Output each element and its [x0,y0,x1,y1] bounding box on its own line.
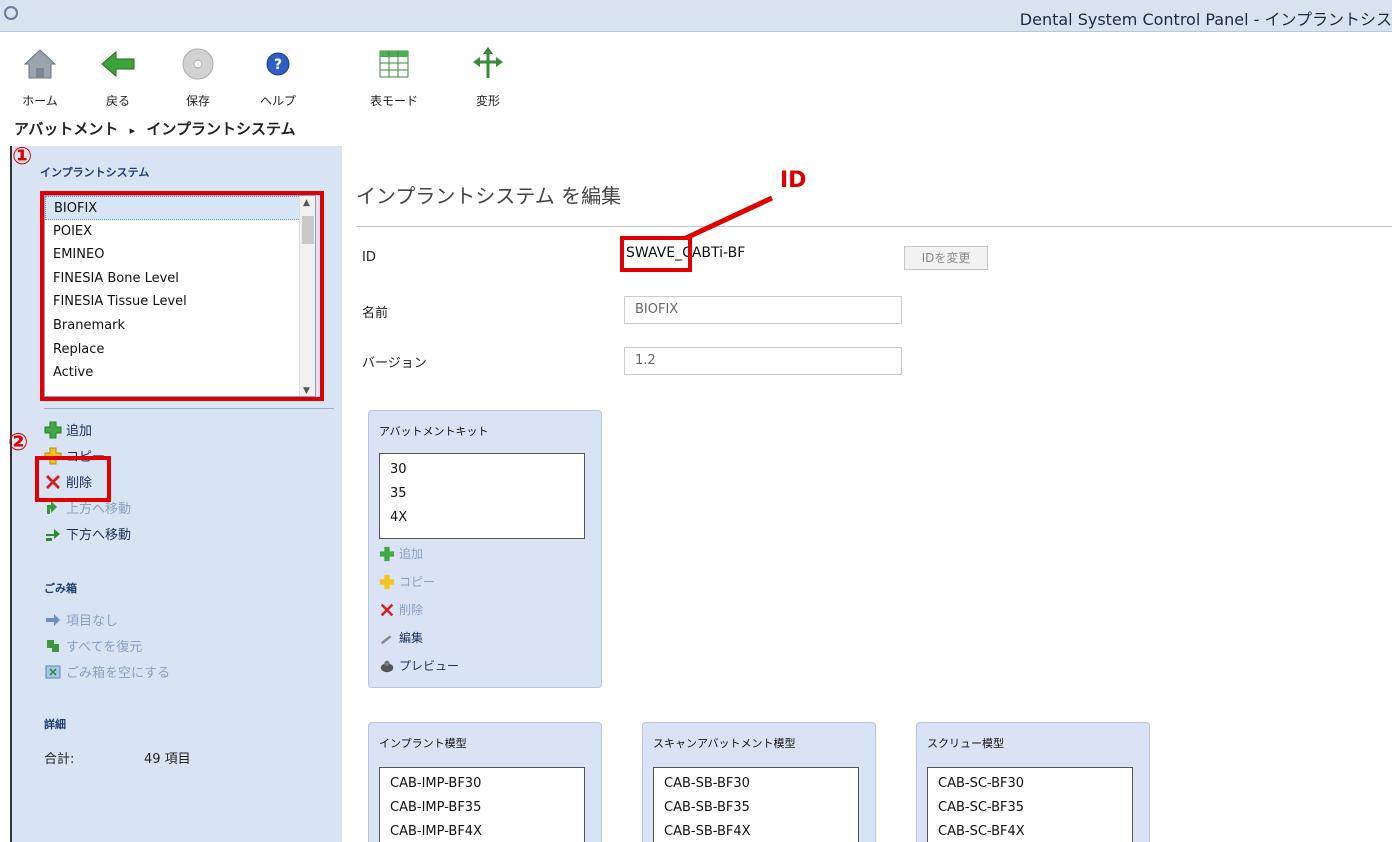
move-down-button[interactable]: 下方へ移動 [44,524,131,546]
transform-button[interactable]: 変形 [456,40,520,116]
home-icon [23,49,57,79]
kit-add-button[interactable]: 追加 [379,545,423,562]
preview-icon [380,660,394,672]
name-field[interactable]: BIOFIX [624,296,902,324]
empty-trash-button[interactable]: ごみ箱を空にする [44,662,170,684]
back-arrow-icon [101,50,135,78]
add-system-button[interactable]: 追加 [44,420,92,442]
window-title: Dental System Control Panel - インプラントシス [1019,10,1392,29]
delete-x-icon [380,603,394,616]
trash-section-title: ごみ箱 [44,582,77,595]
annotation-id-label: ID [780,168,807,193]
breadcrumb-parent[interactable]: アバットメント [14,120,118,138]
copy-plus-icon [379,574,395,589]
screw-model-title: スクリュー模型 [927,737,1004,750]
editor-heading: インプラントシステム を編集 [356,184,622,208]
kit-delete-button[interactable]: 削除 [379,601,423,618]
total-label: 合計: [44,752,75,767]
restore-icon [47,639,59,652]
breadcrumb-separator-icon: ▸ [129,124,136,137]
list-item[interactable]: CAB-IMP-BF35 [380,796,584,820]
home-label: ホーム [22,94,58,108]
implant-model-panel: インプラント模型 CAB-IMP-BF30 CAB-IMP-BF35 CAB-I… [368,722,602,842]
total-value: 49 項目 [144,752,191,767]
list-item[interactable]: 35 [380,482,584,506]
abutment-kit-title: アバットメントキット [379,425,489,438]
arrow-right-icon [46,613,60,626]
divider [44,408,334,409]
save-disc-icon [182,48,214,80]
table-grid-icon [379,50,409,78]
abutment-kit-panel: アバットメントキット 30 35 4X 追加 コピー 削除 編集 プレビュー [368,410,602,688]
version-field[interactable]: 1.2 [624,347,902,375]
title-bar: Dental System Control Panel - インプラントシス [0,0,1392,32]
list-item[interactable]: CAB-SB-BF30 [654,772,858,796]
list-item[interactable]: CAB-SC-BF35 [928,796,1132,820]
app-icon [4,6,18,20]
transform-label: 変形 [475,94,500,108]
change-id-button[interactable]: IDを変更 [904,246,988,270]
name-label: 名前 [362,306,389,321]
edit-pen-icon [380,634,392,644]
abutment-kit-list[interactable]: 30 35 4X [379,453,585,539]
annotation-number-two: ② [8,428,29,456]
svg-text:?: ? [274,57,282,73]
empty-trash-icon [45,665,61,678]
table-mode-label: 表モード [369,94,418,108]
list-item[interactable]: CAB-IMP-BF4X [380,820,584,842]
help-icon: ? [266,52,290,76]
table-mode-button[interactable]: 表モード [362,40,426,116]
save-button[interactable]: 保存 [166,40,230,116]
kit-edit-button[interactable]: 編集 [379,629,423,646]
move-down-icon [46,528,60,541]
list-item[interactable]: 4X [380,506,584,530]
kit-copy-button[interactable]: コピー [379,573,435,590]
version-label: バージョン [362,356,427,371]
breadcrumb-current: インプラントシステム [146,120,296,138]
plus-icon [379,546,395,561]
annotation-box-list [40,191,324,401]
annotation-arrow-line [684,195,774,241]
kit-preview-button[interactable]: プレビュー [379,657,459,674]
plus-icon [44,421,62,438]
annotation-number-one: ① [12,142,33,170]
heading-divider [356,226,1392,227]
list-item[interactable]: 30 [380,458,584,482]
restore-all-button[interactable]: すべてを復元 [44,636,142,658]
implant-system-section-title: インプラントシステム [40,166,150,179]
list-item[interactable]: CAB-SB-BF35 [654,796,858,820]
scan-abutment-model-list[interactable]: CAB-SB-BF30 CAB-SB-BF35 CAB-SB-BF4X [653,767,859,842]
list-item[interactable]: CAB-SB-BF4X [654,820,858,842]
annotation-box-delete [35,456,111,502]
breadcrumb: アバットメント ▸ インプラントシステム [14,118,296,139]
screw-model-list[interactable]: CAB-SC-BF30 CAB-SC-BF35 CAB-SC-BF4X [927,767,1133,842]
screw-model-panel: スクリュー模型 CAB-SC-BF30 CAB-SC-BF35 CAB-SC-B… [916,722,1150,842]
list-item[interactable]: CAB-IMP-BF30 [380,772,584,796]
implant-model-list[interactable]: CAB-IMP-BF30 CAB-IMP-BF35 CAB-IMP-BF4X [379,767,585,842]
scan-abutment-model-title: スキャンアバットメント模型 [653,737,796,750]
home-button[interactable]: ホーム [8,40,72,116]
help-label: ヘルプ [259,94,296,108]
list-item[interactable]: CAB-SC-BF4X [928,820,1132,842]
help-button[interactable]: ? ヘルプ [246,40,310,116]
list-item[interactable]: CAB-SC-BF30 [928,772,1132,796]
back-button[interactable]: 戻る [86,40,150,116]
toolbar: ホーム 戻る 保存 ? ヘルプ 表モード 変形 [0,32,1392,118]
scan-abutment-model-panel: スキャンアバットメント模型 CAB-SB-BF30 CAB-SB-BF35 CA… [642,722,876,842]
id-label: ID [362,250,376,265]
implant-model-title: インプラント模型 [379,737,467,750]
back-label: 戻る [105,94,130,108]
save-label: 保存 [185,94,210,108]
transform-arrows-icon [473,47,503,78]
trash-no-items: 項目なし [44,610,118,632]
details-section-title: 詳細 [44,718,66,731]
